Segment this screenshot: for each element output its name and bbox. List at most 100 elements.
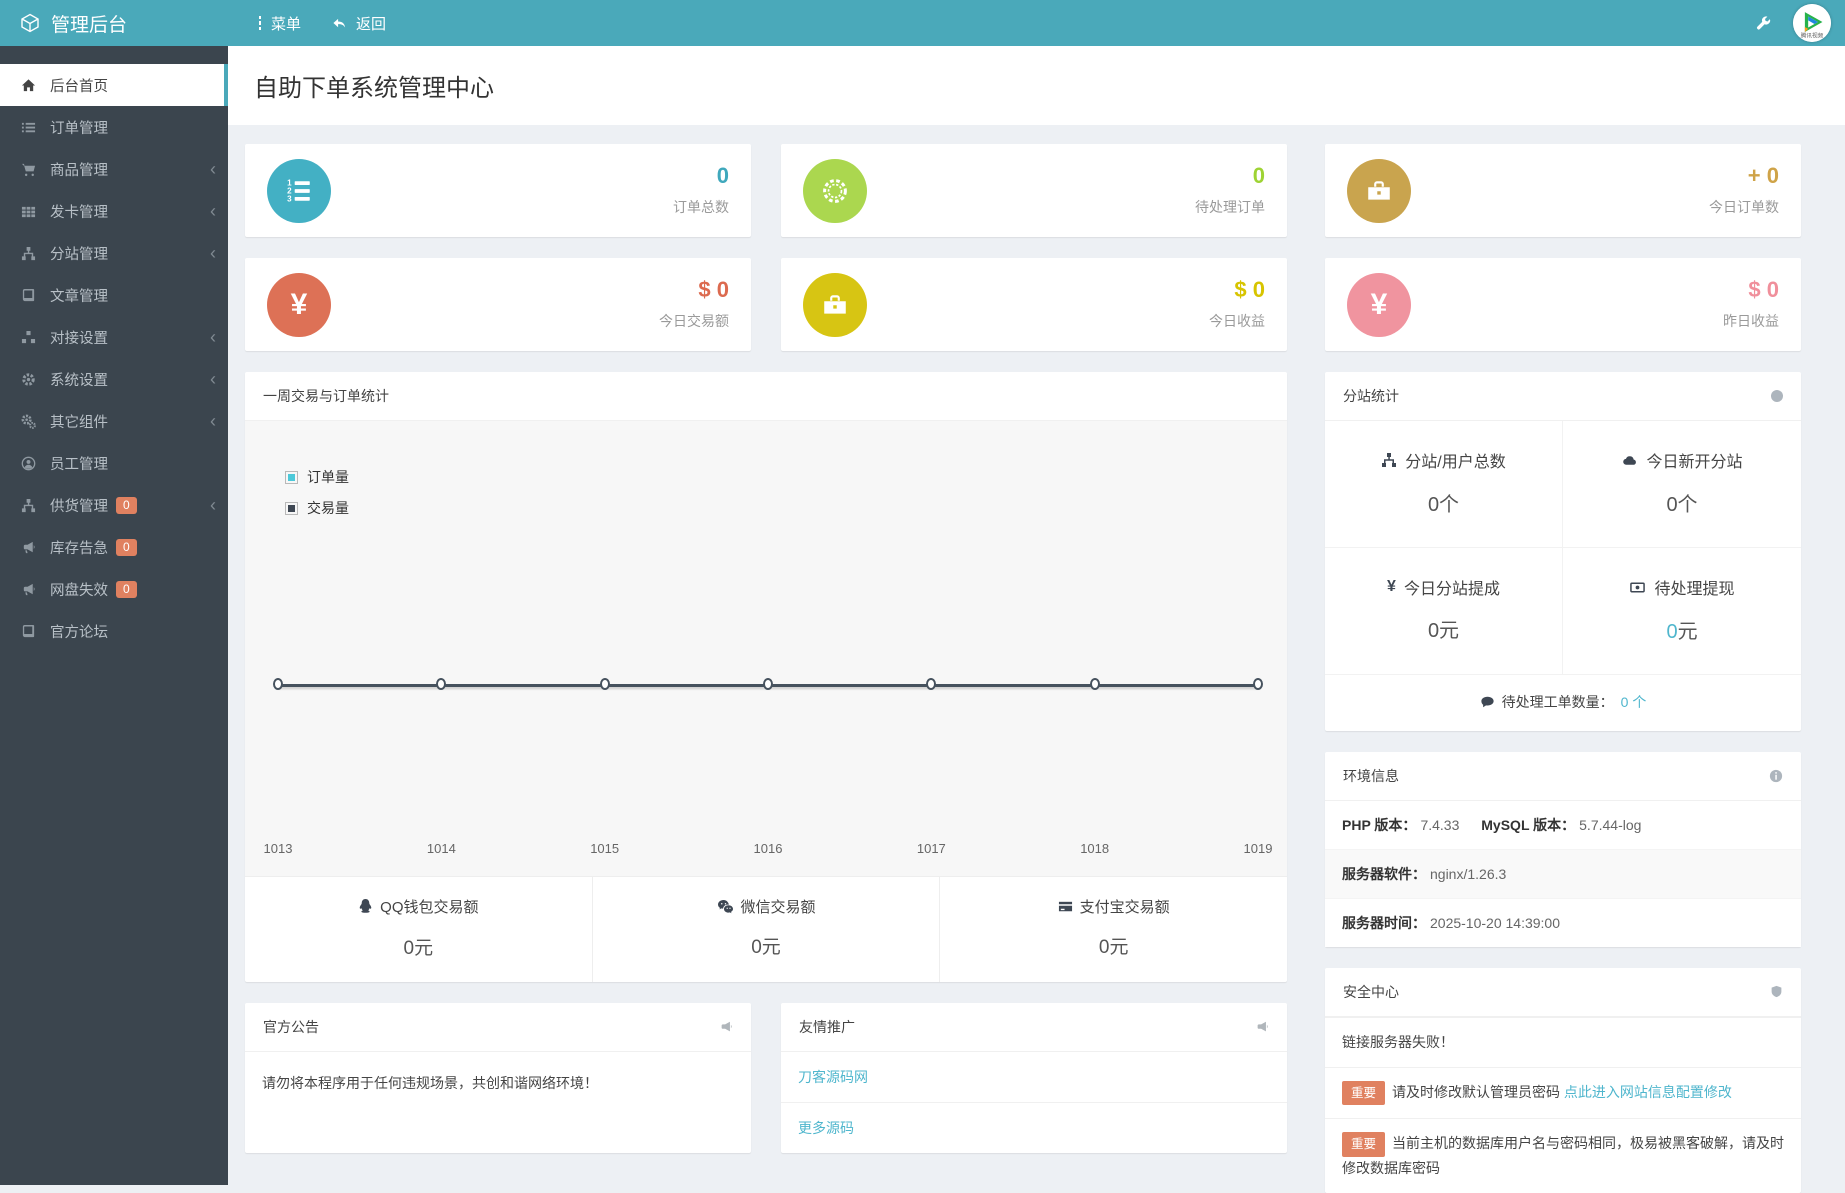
stat-card-today-volume: ¥ $ 0 今日交易额 <box>245 258 751 351</box>
sidebar-item-articles[interactable]: 文章管理 <box>0 274 228 316</box>
stat-label: 昨日收益 <box>1723 311 1779 331</box>
stat-card-today-orders: + 0 今日订单数 <box>1325 144 1801 237</box>
sidebar-item-label: 订单管理 <box>50 117 108 138</box>
stat-value: 0 <box>673 164 729 188</box>
friend-promo-panel: 友情推广 刀客源码网 更多源码 <box>781 1003 1287 1153</box>
wallet-summary-row: QQ钱包交易额 0元 微信交易额 0元 支付 <box>245 876 1287 982</box>
chart-x-axis-labels: 1013 1014 1015 1016 1017 1018 1019 <box>278 841 1258 856</box>
wrench-icon[interactable] <box>1755 15 1771 31</box>
security-center-panel: 安全中心 链接服务器失败！ 重要请及时修改默认管理员密码 点此进入网站信息配置修… <box>1325 968 1801 1193</box>
stat-row-2: ¥ $ 0 今日交易额 $ 0 今日收益 <box>245 258 1287 351</box>
stat-card-pending-orders: 0 待处理订单 <box>781 144 1287 237</box>
security-db-text: 当前主机的数据库用户名与密码相同，极易被黑客破解，请及时修改数据库密码 <box>1342 1135 1784 1176</box>
cubes-icon <box>20 330 37 345</box>
promo-link-daoke[interactable]: 刀客源码网 <box>798 1069 868 1085</box>
sitemap-icon <box>20 246 37 261</box>
substation-cell-new-today: 今日新开分站 0个 <box>1563 421 1801 548</box>
sidebar-item-home[interactable]: 后台首页 <box>0 64 228 106</box>
sidebar-item-integration[interactable]: 对接设置 ‹ <box>0 316 228 358</box>
sidebar-item-products[interactable]: 商品管理 ‹ <box>0 148 228 190</box>
chart-marker[interactable] <box>273 678 283 690</box>
substation-cell-value: 0元 <box>1325 614 1562 643</box>
security-config-link[interactable]: 点此进入网站信息配置修改 <box>1564 1084 1732 1100</box>
stat-row-1: 123 0 订单总数 0 待处理订单 <box>245 144 1287 237</box>
chart-marker[interactable] <box>926 678 936 690</box>
user-avatar[interactable]: 腾讯视频 <box>1793 4 1831 42</box>
promo-link-more[interactable]: 更多源码 <box>798 1120 854 1136</box>
substation-cell-label: 今日新开分站 <box>1646 448 1742 472</box>
promo-link-row: 刀客源码网 <box>781 1052 1287 1103</box>
wallet-label: QQ钱包交易额 <box>380 896 478 917</box>
sidebar-item-forum[interactable]: 官方论坛 <box>0 610 228 652</box>
sidebar-item-label: 供货管理 <box>50 495 108 516</box>
env-value: 2025-10-20 14:39:00 <box>1430 915 1560 931</box>
promo-title: 友情推广 <box>799 1017 855 1037</box>
home-icon <box>20 78 37 93</box>
cart-icon <box>20 162 37 177</box>
briefcase-icon <box>803 273 867 337</box>
env-value: 7.4.33 <box>1420 817 1459 833</box>
sidebar-item-components[interactable]: 其它组件 ‹ <box>0 400 228 442</box>
stat-label: 今日交易额 <box>659 311 729 331</box>
brand-logo[interactable]: 管理后台 <box>0 0 228 46</box>
chart-marker[interactable] <box>600 678 610 690</box>
sidebar-item-staff[interactable]: 员工管理 <box>0 442 228 484</box>
sidebar-item-settings[interactable]: 系统设置 ‹ <box>0 358 228 400</box>
user-icon <box>20 456 37 471</box>
substation-cell-label: 分站/用户总数 <box>1405 448 1505 472</box>
right-column: + 0 今日订单数 ¥ $ 0 昨日收益 分站统计 <box>1325 144 1801 1193</box>
chevron-left-icon: ‹ <box>210 160 216 178</box>
wallet-value: 0元 <box>940 932 1287 959</box>
wechat-wallet-cell: 微信交易额 0元 <box>593 877 941 982</box>
chart-marker[interactable] <box>436 678 446 690</box>
comment-icon <box>1480 695 1495 709</box>
menu-toggle-button[interactable]: 菜单 <box>242 0 316 46</box>
topnav: 菜单 返回 <box>242 0 401 46</box>
stat-card-yesterday-profit: ¥ $ 0 昨日收益 <box>1325 258 1801 351</box>
shield-icon <box>1770 984 1783 999</box>
sidebar-item-substations[interactable]: 分站管理 ‹ <box>0 232 228 274</box>
wallet-value: 0元 <box>593 932 940 959</box>
briefcase-icon <box>1347 159 1411 223</box>
pending-tickets-label: 待处理工单数量： <box>1502 692 1614 712</box>
count-badge: 0 <box>116 497 137 514</box>
bottom-row: 官方公告 请勿将本程序用于任何违规场景，共创和谐网络环境！ 友情推广 刀客源码网… <box>245 1003 1287 1153</box>
back-button[interactable]: 返回 <box>316 0 401 46</box>
back-label: 返回 <box>356 13 386 34</box>
sidebar-item-orders[interactable]: 订单管理 <box>0 106 228 148</box>
legend-item-orders[interactable]: 订单量 <box>285 467 349 487</box>
sidebar-item-label: 官方论坛 <box>50 621 108 642</box>
count-badge: 0 <box>116 539 137 556</box>
sidebar-item-stock-alert[interactable]: 库存告急 0 <box>0 526 228 568</box>
chevron-left-icon: ‹ <box>210 496 216 514</box>
chart-marker[interactable] <box>763 678 773 690</box>
sidebar-item-suppliers[interactable]: 供货管理 0 ‹ <box>0 484 228 526</box>
env-key: 服务器软件： <box>1342 866 1426 882</box>
gears-icon <box>20 414 37 429</box>
alipay-wallet-cell: 支付宝交易额 0元 <box>940 877 1287 982</box>
env-value: nginx/1.26.3 <box>1430 866 1506 882</box>
chart-markers <box>273 678 1263 690</box>
credit-card-icon <box>1058 899 1073 914</box>
sidebar-item-label: 文章管理 <box>50 285 108 306</box>
count-badge: 0 <box>116 581 137 598</box>
weekly-chart-panel: 一周交易与订单统计 订单量 交易量 <box>245 372 1287 982</box>
left-column: 123 0 订单总数 0 待处理订单 <box>245 144 1287 1193</box>
sidebar-item-label: 系统设置 <box>50 369 108 390</box>
legend-item-trades[interactable]: 交易量 <box>285 498 349 518</box>
cube-icon <box>20 13 40 33</box>
substation-cell-value: 0元 <box>1563 615 1801 644</box>
sidebar-item-label: 分站管理 <box>50 243 108 264</box>
sidebar-item-disk-invalid[interactable]: 网盘失效 0 <box>0 568 228 610</box>
sidebar-item-label: 库存告急 <box>50 537 108 558</box>
substation-cell-value: 0个 <box>1325 488 1562 517</box>
book-icon <box>20 624 37 639</box>
main-area: 自助下单系统管理中心 123 0 订单总数 <box>228 46 1845 1185</box>
chart-legend: 订单量 交易量 <box>285 467 349 518</box>
sidebar-item-cards[interactable]: 发卡管理 ‹ <box>0 190 228 232</box>
chart-marker[interactable] <box>1090 678 1100 690</box>
wechat-icon <box>717 899 734 914</box>
announcement-icon <box>719 1020 733 1034</box>
chart-marker[interactable] <box>1253 678 1263 690</box>
content-header: 自助下单系统管理中心 <box>228 46 1845 125</box>
